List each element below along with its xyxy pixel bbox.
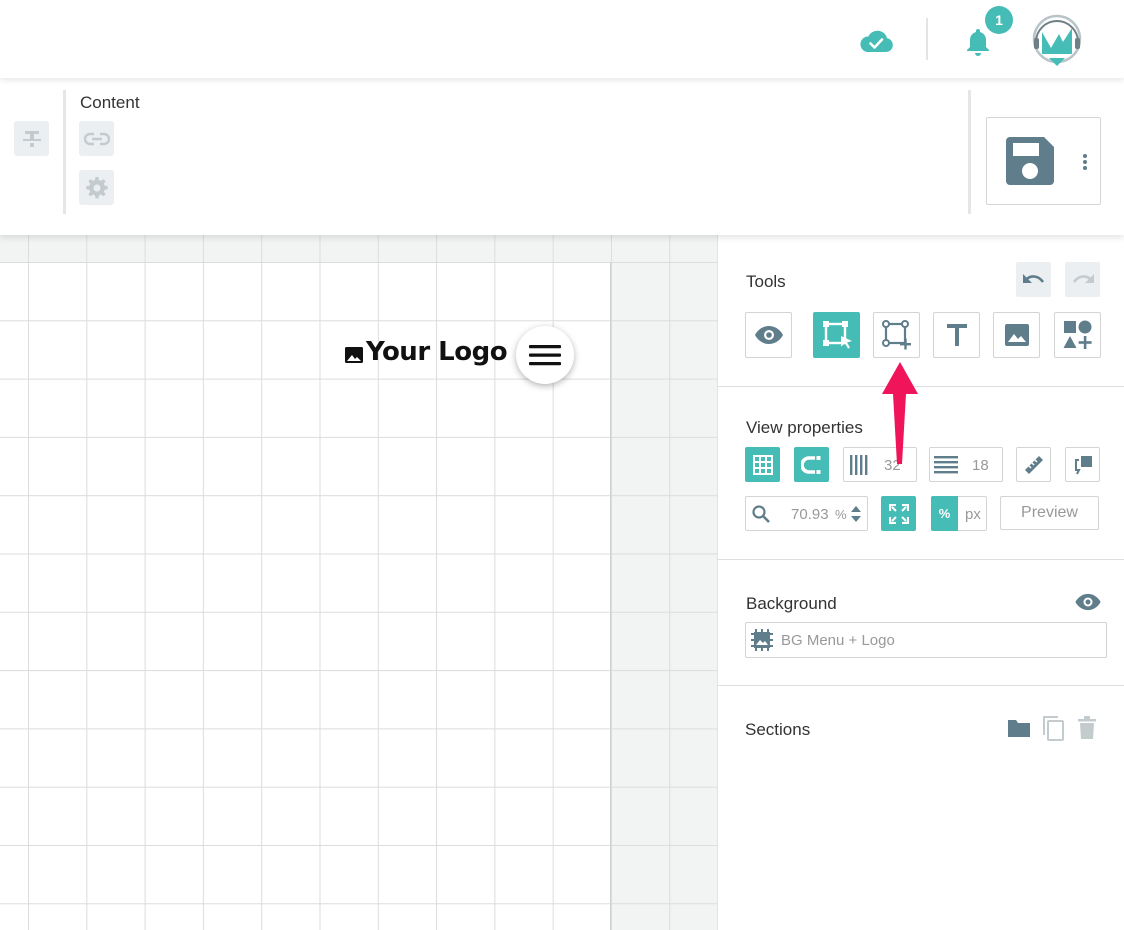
tools-title: Tools (746, 272, 786, 291)
ruler-icon (1024, 455, 1043, 474)
strikethrough-icon (22, 130, 41, 147)
notification-badge: 1 (985, 6, 1013, 34)
select-frame-icon (822, 321, 852, 349)
editor-toolbar: Content (0, 78, 1124, 235)
shapes-tool[interactable] (1054, 312, 1101, 358)
background-title: Background (746, 594, 837, 613)
toolbar-separator (63, 90, 66, 214)
background-select-field[interactable]: BG Menu + Logo (745, 622, 1107, 658)
hamburger-icon (529, 345, 561, 366)
add-section-tool[interactable] (873, 312, 920, 358)
content-group-label: Content (80, 93, 140, 112)
ruler-toggle-button[interactable] (1016, 447, 1051, 482)
bell-icon[interactable] (964, 26, 992, 56)
grid-icon (752, 454, 773, 475)
zoom-unit: % (835, 507, 847, 522)
fit-screen-icon (888, 503, 909, 524)
redo-icon (1072, 273, 1094, 283)
select-tool[interactable] (813, 312, 860, 358)
search-icon (752, 505, 770, 523)
more-options-icon[interactable] (1082, 153, 1088, 171)
rows-icon (934, 456, 958, 474)
rows-value: 18 (972, 457, 989, 474)
link-button[interactable] (79, 121, 114, 156)
text-tool[interactable] (933, 312, 980, 358)
grid-toggle-button[interactable] (745, 447, 780, 482)
section-divider (718, 559, 1124, 560)
top-bar: 1 (0, 0, 1124, 78)
magnet-icon (800, 455, 820, 474)
text-icon (946, 324, 967, 346)
stepper-icon[interactable] (850, 504, 862, 524)
cloud-saved-icon[interactable] (858, 28, 894, 54)
gear-icon (85, 176, 108, 198)
artboard[interactable]: Your Logo (0, 263, 611, 930)
save-icon[interactable] (1004, 135, 1056, 187)
strikethrough-button[interactable] (14, 121, 49, 156)
image-tool[interactable] (993, 312, 1040, 358)
zoom-field[interactable]: 70.93 % (745, 496, 868, 531)
settings-button[interactable] (79, 170, 114, 205)
add-frame-icon (881, 320, 911, 350)
layers-icon (1074, 455, 1092, 474)
trash-icon[interactable] (1078, 716, 1096, 740)
sections-title: Sections (745, 720, 811, 739)
hamburger-menu-button[interactable] (516, 326, 574, 384)
rows-count-field[interactable]: 18 (929, 447, 1003, 482)
preview-eye-tool[interactable] (745, 312, 792, 358)
preview-button[interactable]: Preview (1000, 496, 1099, 530)
columns-icon (850, 455, 868, 475)
eye-icon (754, 326, 783, 344)
copy-icon[interactable] (1041, 715, 1065, 741)
fit-screen-button[interactable] (881, 496, 916, 531)
unit-percent-option[interactable]: % (931, 496, 958, 531)
logo-element[interactable]: Your Logo (344, 337, 508, 367)
unit-px-option[interactable]: px (965, 506, 981, 523)
layers-toggle-button[interactable] (1065, 447, 1100, 482)
link-icon (83, 132, 110, 145)
unit-toggle: % px (931, 496, 987, 531)
logo-text: Your Logo (366, 337, 508, 367)
snap-toggle-button[interactable] (794, 447, 829, 482)
user-avatar[interactable] (1030, 12, 1084, 68)
image-icon (1004, 324, 1029, 346)
redo-button[interactable] (1065, 262, 1100, 297)
annotation-arrow (882, 362, 918, 464)
eye-icon[interactable] (1074, 593, 1102, 611)
design-canvas[interactable]: Your Logo (0, 235, 717, 930)
folder-icon[interactable] (1007, 718, 1031, 738)
undo-icon (1022, 273, 1044, 283)
section-divider (718, 685, 1124, 686)
properties-panel: Tools View properties 32 18 70.93 % % px… (717, 235, 1124, 930)
shapes-icon (1063, 320, 1092, 349)
zoom-value: 70.93 (791, 506, 829, 523)
background-field-text: BG Menu + Logo (781, 632, 895, 649)
view-properties-title: View properties (746, 418, 863, 437)
toolbar-separator (968, 90, 971, 214)
save-button-group (986, 117, 1101, 205)
undo-button[interactable] (1016, 262, 1051, 297)
image-icon (345, 347, 363, 363)
topbar-divider (926, 18, 928, 60)
background-image-icon (751, 629, 773, 651)
